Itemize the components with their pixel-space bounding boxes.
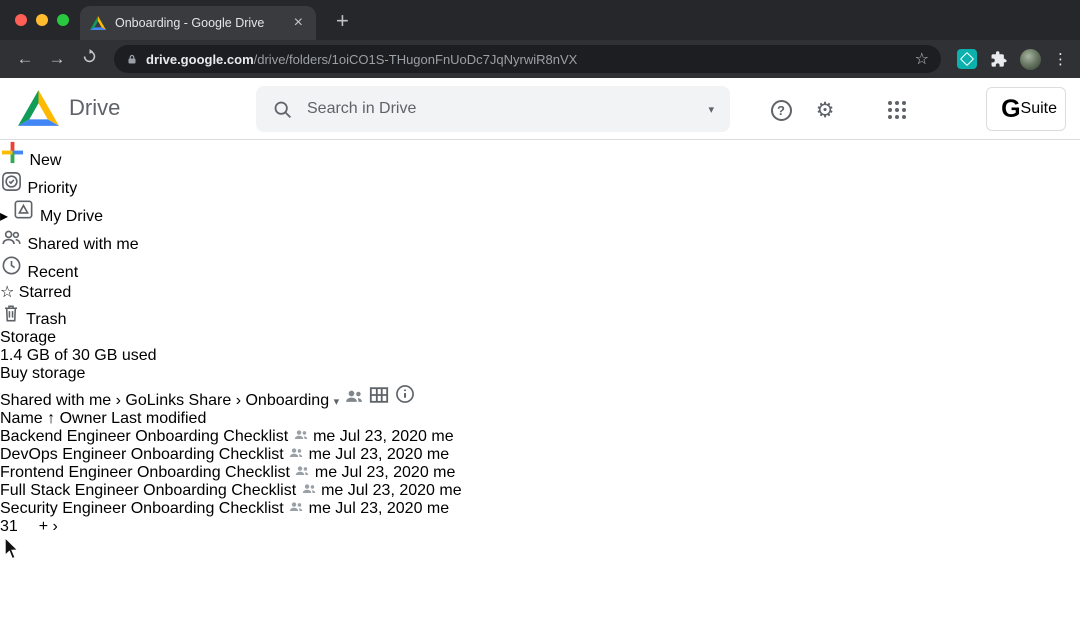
breadcrumb-separator-icon: › [236, 392, 241, 409]
breadcrumb-golinks-share[interactable]: GoLinks Share [125, 392, 231, 409]
google-apps-button[interactable] [884, 97, 910, 123]
fullscreen-window-button[interactable] [57, 14, 69, 26]
gsuite-account-box[interactable]: G Suite [986, 87, 1066, 131]
side-panel-rail: 31 + › [0, 518, 1080, 536]
shared-indicator-icon [288, 446, 308, 463]
gear-icon: ⚙ [816, 100, 835, 121]
drive-sidebar: New Priority ▸ [0, 140, 1080, 383]
reload-icon[interactable] [76, 48, 102, 70]
file-row[interactable]: Backend Engineer Onboarding Checklist me… [0, 428, 1080, 446]
help-button[interactable]: ? [768, 97, 794, 123]
search-options-caret-icon[interactable]: ▾ [708, 103, 714, 116]
search-input[interactable] [307, 100, 708, 118]
recent-clock-icon [0, 264, 27, 281]
folder-shared-icon [344, 392, 368, 409]
apps-grid-icon [888, 101, 906, 119]
back-icon[interactable]: ← [12, 49, 38, 69]
browser-toolbar: ← → drive.google.com /drive/folders/1oiC… [0, 40, 1080, 78]
new-tab-button[interactable]: + [330, 6, 355, 36]
sidebar-item-my-drive[interactable]: ▸ My Drive [0, 198, 1080, 226]
url-domain: drive.google.com [146, 52, 254, 67]
shared-indicator-icon [301, 482, 321, 499]
breadcrumb-shared-with-me[interactable]: Shared with me [0, 392, 111, 409]
new-plus-icon [0, 140, 25, 165]
app-name: Drive [69, 95, 120, 121]
column-owner[interactable]: Owner [60, 410, 107, 427]
drive-logo[interactable]: Drive [18, 90, 120, 126]
gsuite-suite-label: Suite [1021, 100, 1057, 118]
file-row[interactable]: Full Stack Engineer Onboarding Checklist… [0, 482, 1080, 500]
buy-storage-link[interactable]: Buy storage [0, 365, 1080, 383]
drive-logo-icon [18, 90, 59, 126]
grid-view-button[interactable] [368, 392, 394, 409]
extensions-puzzle-icon[interactable] [989, 50, 1008, 69]
folder-menu-caret-icon[interactable]: ▾ [334, 396, 340, 408]
column-name[interactable]: Name [0, 410, 43, 427]
breadcrumb-separator-icon: › [116, 392, 121, 409]
sort-ascending-icon[interactable]: ↑ [47, 410, 55, 427]
get-addons-button[interactable]: + [39, 518, 48, 535]
browser-tab-bar: Onboarding - Google Drive × + [0, 0, 1080, 40]
search-icon [272, 99, 293, 120]
sidebar-item-starred[interactable]: ☆ Starred [0, 282, 1080, 302]
column-last-modified[interactable]: Last modified [111, 410, 206, 427]
shared-indicator-icon [293, 428, 313, 445]
window-controls [15, 14, 69, 26]
lock-icon [126, 53, 138, 66]
file-row[interactable]: Frontend Engineer Onboarding Checklist m… [0, 464, 1080, 482]
star-icon: ☆ [0, 284, 19, 301]
chrome-menu-icon[interactable]: ⋮ [1053, 50, 1068, 68]
priority-icon [0, 180, 27, 197]
my-drive-icon [12, 208, 39, 225]
browser-tab[interactable]: Onboarding - Google Drive × [80, 6, 316, 40]
grid-view-icon [368, 385, 390, 405]
storage-usage-text: 1.4 GB of 30 GB used [0, 347, 1080, 365]
shared-with-me-icon [0, 236, 27, 253]
close-tab-icon[interactable]: × [291, 14, 306, 32]
sidebar-item-storage[interactable]: Storage [0, 329, 1080, 347]
new-button-label: New [29, 152, 61, 169]
drive-header: Drive ▾ ? ⚙ G Suite [0, 78, 1080, 140]
collapse-panel-icon[interactable]: › [53, 518, 58, 535]
calendar-icon: 31 [0, 518, 18, 535]
file-list-panel: Shared with me › GoLinks Share › Onboard… [0, 383, 1080, 518]
keep-panel-button[interactable] [22, 518, 38, 535]
mouse-cursor [0, 536, 22, 562]
search-bar[interactable]: ▾ [256, 86, 730, 132]
details-button[interactable] [394, 392, 416, 409]
shared-indicator-icon [294, 464, 314, 481]
sidebar-item-trash[interactable]: Trash [0, 302, 1080, 329]
minimize-window-button[interactable] [36, 14, 48, 26]
calendar-panel-button[interactable]: 31 [0, 518, 22, 535]
address-bar[interactable]: drive.google.com /drive/folders/1oiCO1S-… [114, 45, 941, 73]
breadcrumb: Shared with me › GoLinks Share › Onboard… [0, 383, 1080, 410]
shared-indicator-icon [288, 500, 308, 517]
help-icon: ? [771, 100, 792, 121]
tab-title: Onboarding - Google Drive [115, 16, 291, 30]
sidebar-item-recent[interactable]: Recent [0, 254, 1080, 282]
trash-icon [0, 311, 26, 328]
file-table-header: Name ↑ Owner Last modified [0, 410, 1080, 428]
expand-caret-icon[interactable]: ▸ [0, 208, 8, 225]
sidebar-item-shared-with-me[interactable]: Shared with me [0, 226, 1080, 254]
keep-icon [22, 518, 38, 535]
browser-profile-avatar[interactable] [1020, 49, 1041, 70]
settings-button[interactable]: ⚙ [812, 97, 838, 123]
sidebar-item-priority[interactable]: Priority [0, 170, 1080, 198]
new-button[interactable]: New [0, 140, 1080, 170]
gsuite-g-logo: G [1001, 95, 1020, 124]
bookmark-star-icon[interactable]: ☆ [915, 49, 929, 69]
sidebar-nav: Priority ▸ My Drive [0, 170, 1080, 329]
info-icon [394, 383, 416, 405]
extension-teal-icon[interactable] [957, 49, 977, 69]
file-row[interactable]: DevOps Engineer Onboarding Checklist me … [0, 446, 1080, 464]
browser-window: Onboarding - Google Drive × + ← → drive.… [0, 0, 1080, 632]
breadcrumb-onboarding[interactable]: Onboarding [245, 392, 329, 409]
file-row[interactable]: Security Engineer Onboarding Checklist m… [0, 500, 1080, 518]
close-window-button[interactable] [15, 14, 27, 26]
url-path: /drive/folders/1oiCO1S-THugonFnUoDc7JqNy… [254, 52, 907, 67]
drive-favicon-icon [90, 16, 106, 30]
forward-icon[interactable]: → [44, 49, 70, 69]
